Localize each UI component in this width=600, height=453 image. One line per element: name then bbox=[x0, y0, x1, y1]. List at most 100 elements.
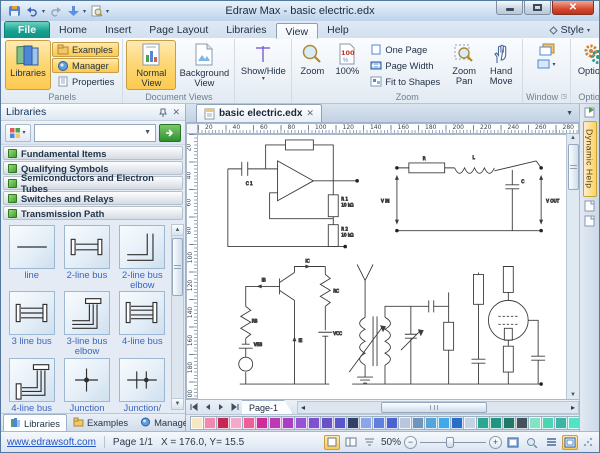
page-width-button[interactable]: Page Width bbox=[365, 58, 445, 73]
category-semiconductors-and-electron-tubes[interactable]: Semiconductors and Electron Tubes bbox=[3, 176, 183, 190]
color-swatch[interactable] bbox=[555, 417, 567, 429]
fit-to-shapes-button[interactable]: Fit to Shapes bbox=[365, 74, 445, 89]
scroll-thumb[interactable] bbox=[172, 238, 183, 296]
color-swatch[interactable] bbox=[256, 417, 268, 429]
symbol-4-line-bus[interactable]: 4-line bus bbox=[6, 358, 57, 413]
color-swatch[interactable] bbox=[542, 417, 554, 429]
help-page-icon[interactable] bbox=[584, 200, 595, 212]
color-swatch[interactable] bbox=[490, 417, 502, 429]
dynamic-help-tab[interactable]: Dynamic Help bbox=[583, 121, 597, 197]
color-swatch[interactable] bbox=[230, 417, 242, 429]
show-hide-dropdown-icon[interactable]: ▾ bbox=[262, 76, 265, 83]
color-swatch[interactable] bbox=[386, 417, 398, 429]
style-button[interactable]: Style bbox=[561, 24, 584, 36]
pin-icon[interactable] bbox=[159, 108, 167, 117]
zoom-out-button[interactable]: − bbox=[404, 436, 417, 449]
undo-dropdown-icon[interactable]: ▾ bbox=[42, 8, 45, 15]
color-swatch[interactable] bbox=[243, 417, 255, 429]
symbol-scrollbar[interactable]: ▲ ▼ bbox=[171, 224, 184, 410]
search-go-button[interactable] bbox=[159, 124, 181, 142]
color-swatch[interactable] bbox=[321, 417, 333, 429]
vertical-scrollbar[interactable]: ▲ ▼ bbox=[566, 134, 579, 399]
first-page-button[interactable] bbox=[186, 401, 200, 414]
color-swatch[interactable] bbox=[438, 417, 450, 429]
full-screen-mode-button[interactable] bbox=[362, 435, 378, 450]
op-amp-circuit[interactable]: C 1 R 1 10 kΩ R 2 10 kΩ bbox=[228, 140, 359, 248]
switch-windows-dropdown-icon[interactable]: ▾ bbox=[552, 61, 555, 68]
undo-icon[interactable] bbox=[24, 4, 40, 19]
tab-page-layout[interactable]: Page Layout bbox=[140, 22, 217, 38]
normal-view-button[interactable]: Normal View bbox=[126, 40, 176, 90]
scroll-up-icon[interactable]: ▲ bbox=[570, 134, 576, 141]
redo-icon[interactable] bbox=[47, 4, 63, 19]
minimize-button[interactable] bbox=[496, 1, 523, 15]
pages-button[interactable] bbox=[543, 435, 559, 450]
scroll-right-icon[interactable]: ▸ bbox=[568, 403, 578, 412]
zoom-region-button[interactable] bbox=[524, 435, 540, 450]
radio-circuit[interactable] bbox=[349, 265, 545, 386]
help-page-icon[interactable] bbox=[584, 215, 595, 227]
tab-list-dropdown-icon[interactable]: ▼ bbox=[566, 110, 579, 117]
symbol-2-line-bus[interactable]: 2-line bus bbox=[61, 225, 112, 290]
previous-page-button[interactable] bbox=[200, 401, 214, 414]
color-swatch[interactable] bbox=[399, 417, 411, 429]
zoom-100-button[interactable]: 100% 100% bbox=[330, 40, 364, 90]
tab-view[interactable]: View bbox=[276, 23, 319, 39]
style-icon[interactable] bbox=[549, 26, 558, 35]
zoom-pan-button[interactable]: Zoom Pan bbox=[446, 40, 482, 90]
tab-libraries[interactable]: Libraries bbox=[217, 22, 275, 38]
manager-button[interactable]: Manager bbox=[52, 58, 119, 73]
edrawsoft-link[interactable]: www.edrawsoft.com bbox=[7, 437, 96, 448]
color-swatch[interactable] bbox=[451, 417, 463, 429]
style-dropdown-icon[interactable]: ▾ bbox=[587, 27, 590, 34]
color-swatch[interactable] bbox=[204, 417, 216, 429]
scroll-down-icon[interactable]: ▼ bbox=[570, 392, 576, 399]
symbol-4-line-bus[interactable]: 4-line bus bbox=[117, 291, 168, 356]
panel-tab-libraries[interactable]: Libraries bbox=[3, 414, 67, 431]
options-button[interactable]: Options bbox=[574, 40, 599, 90]
color-swatch[interactable] bbox=[347, 417, 359, 429]
window-dialog-launcher-icon[interactable]: ◳ bbox=[561, 93, 567, 100]
navigate-icon[interactable] bbox=[65, 4, 81, 19]
tab-home[interactable]: Home bbox=[50, 22, 96, 38]
color-swatch[interactable] bbox=[191, 417, 203, 429]
color-swatch[interactable] bbox=[529, 417, 541, 429]
one-page-button[interactable]: One Page bbox=[365, 42, 445, 57]
restore-button[interactable] bbox=[524, 1, 551, 15]
color-swatch[interactable] bbox=[360, 417, 372, 429]
normal-view-mode-button[interactable] bbox=[324, 435, 340, 450]
scroll-left-icon[interactable]: ◂ bbox=[298, 403, 308, 412]
scroll-down-icon[interactable]: ▼ bbox=[172, 398, 183, 409]
library-search-input[interactable]: ▼ bbox=[34, 124, 156, 142]
page-view-mode-button[interactable] bbox=[343, 435, 359, 450]
symbol-line[interactable]: line bbox=[6, 225, 57, 290]
navigate-dropdown-icon[interactable]: ▾ bbox=[83, 8, 86, 15]
color-swatch[interactable] bbox=[282, 417, 294, 429]
color-swatch[interactable] bbox=[308, 417, 320, 429]
drawing-canvas[interactable]: C 1 R 1 10 kΩ R 2 10 kΩ bbox=[198, 134, 566, 399]
scroll-thumb[interactable] bbox=[568, 144, 579, 190]
last-page-button[interactable] bbox=[228, 401, 242, 414]
color-swatch[interactable] bbox=[412, 417, 424, 429]
file-tab[interactable]: File bbox=[4, 21, 50, 38]
search-dropdown-icon[interactable]: ▼ bbox=[140, 129, 155, 136]
zoom-in-button[interactable]: + bbox=[489, 436, 502, 449]
new-window-icon[interactable] bbox=[539, 43, 555, 56]
symbol-3-line-bus-elbow[interactable]: 3-line bus elbow bbox=[61, 291, 112, 356]
print-preview-icon[interactable] bbox=[88, 4, 104, 19]
color-swatch[interactable] bbox=[516, 417, 528, 429]
color-swatch[interactable] bbox=[425, 417, 437, 429]
panel-close-icon[interactable]: ✕ bbox=[172, 107, 180, 118]
symbol-2-line-bus-elbow[interactable]: 2-line bus elbow bbox=[117, 225, 168, 290]
tab-insert[interactable]: Insert bbox=[96, 22, 140, 38]
symbol-junction[interactable]: Junction/ bbox=[117, 358, 168, 413]
whole-page-button[interactable] bbox=[562, 435, 578, 450]
symbol-3-line-bus[interactable]: 3 line bus bbox=[6, 291, 57, 356]
horizontal-scrollbar[interactable]: ◂ ▸ bbox=[297, 401, 579, 414]
color-swatch[interactable] bbox=[334, 417, 346, 429]
panel-tab-examples[interactable]: Examples bbox=[67, 414, 134, 431]
color-swatch[interactable] bbox=[269, 417, 281, 429]
fit-to-window-button[interactable] bbox=[505, 435, 521, 450]
save-icon[interactable] bbox=[6, 4, 22, 19]
properties-button[interactable]: Properties bbox=[52, 74, 119, 89]
